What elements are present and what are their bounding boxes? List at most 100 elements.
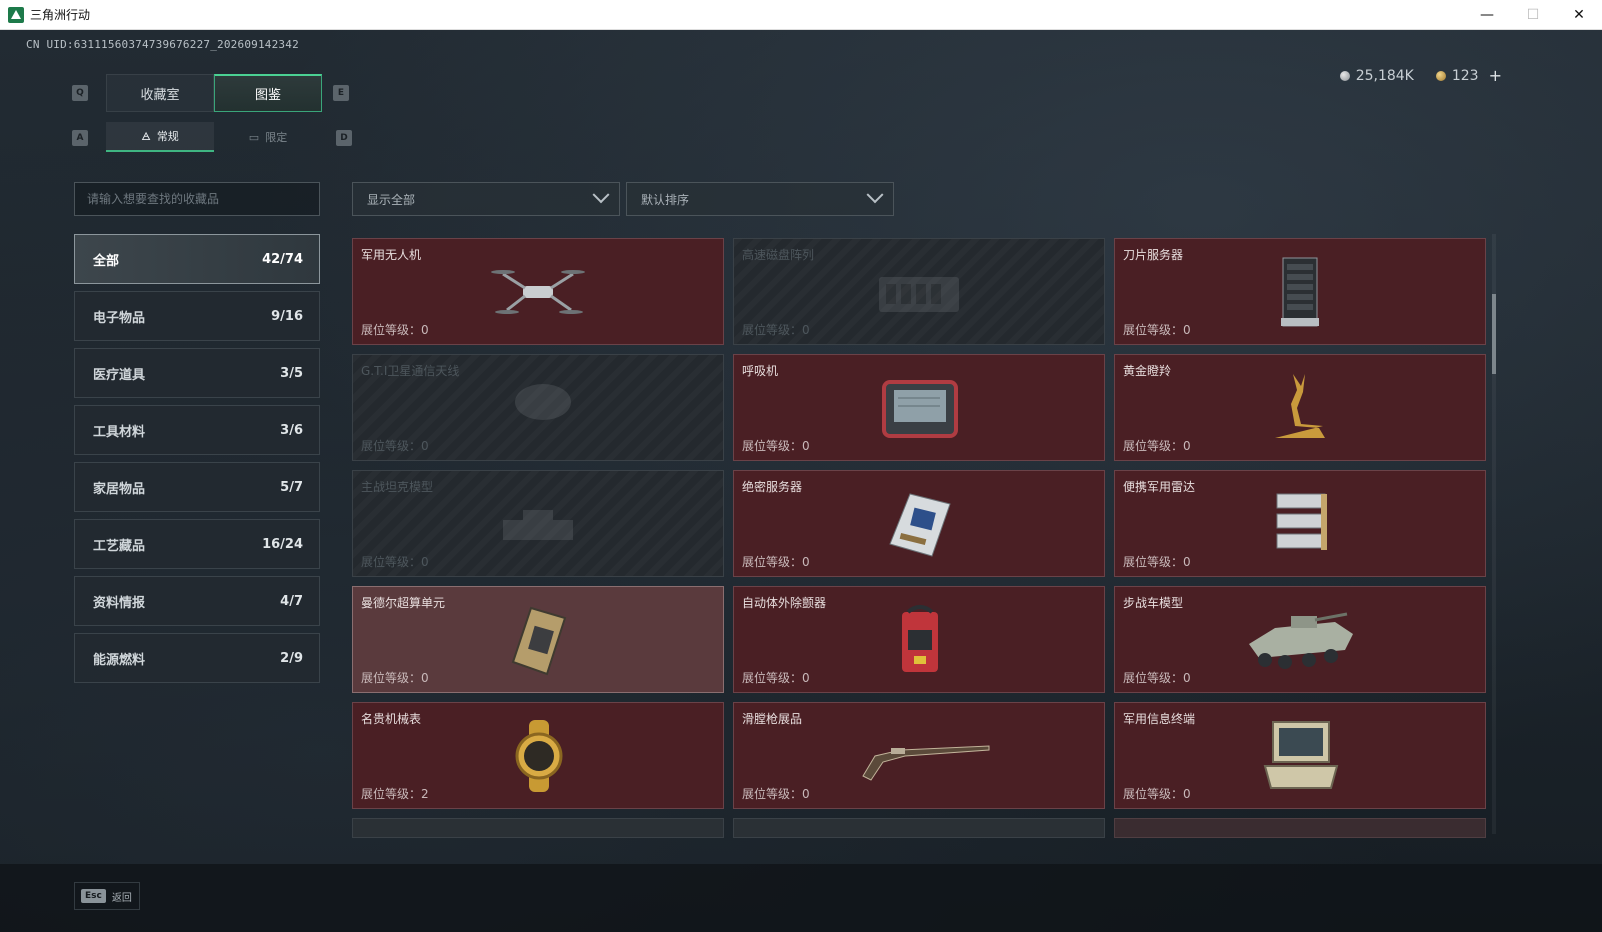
item-name: 黄金瞪羚 (1123, 364, 1172, 378)
partial-item-card[interactable] (733, 818, 1105, 838)
bottom-bar: Esc 返回 (0, 864, 1602, 932)
item-name: 名贵机械表 (361, 712, 422, 726)
item-level: 展位等级：0 (1123, 323, 1191, 337)
item-card-portable-radar[interactable]: 便携军用雷达 展位等级：0 (1114, 470, 1486, 577)
category-count: 3/6 (280, 422, 303, 438)
add-currency-button[interactable]: + (1489, 66, 1502, 85)
item-card-golden-gazelle[interactable]: 黄金瞪羚 展位等级：0 (1114, 354, 1486, 461)
category-all[interactable]: 全部 42/74 (74, 234, 320, 284)
silver-coin-icon (1339, 70, 1350, 81)
item-card-disk-array[interactable]: 高速磁盘阵列 展位等级：0 (733, 238, 1105, 345)
category-name: 电子物品 (93, 310, 146, 326)
item-card-aed[interactable]: 自动体外除颤器 展位等级：0 (733, 586, 1105, 693)
category-intel[interactable]: 资料情报 4/7 (74, 576, 320, 626)
item-card-military-terminal[interactable]: 军用信息终端 展位等级：0 (1114, 702, 1486, 809)
tab-collection-room[interactable]: 收藏室 (106, 74, 214, 112)
ifv-icon (1249, 612, 1353, 669)
category-medical[interactable]: 医疗道具 3/5 (74, 348, 320, 398)
partial-item-card[interactable] (352, 818, 724, 838)
back-button[interactable]: Esc 返回 (74, 882, 140, 910)
item-level: 展位等级：0 (361, 555, 429, 569)
gold-currency: 123 + (1435, 66, 1502, 85)
item-level: 展位等级：0 (1123, 439, 1191, 453)
item-name: 便携军用雷达 (1123, 480, 1196, 494)
tab-limited-label: 限定 (265, 131, 288, 144)
tab-limited[interactable]: ▭ 限定 (214, 122, 322, 152)
sub-tabs: 🜁 常规 ▭ 限定 (106, 122, 322, 152)
minimize-button[interactable]: — (1464, 0, 1510, 30)
item-name: 呼吸机 (742, 364, 779, 378)
item-name: 刀片服务器 (1123, 248, 1184, 262)
close-button[interactable]: ✕ (1556, 0, 1602, 30)
item-name: 曼德尔超算单元 (361, 596, 446, 610)
gazelle-statue-icon (1275, 373, 1325, 438)
item-name: 滑膛枪展品 (742, 712, 803, 726)
tab-catalog[interactable]: 图鉴 (214, 74, 322, 112)
item-name: G.T.I卫星通信天线 (361, 364, 460, 378)
item-name: 高速磁盘阵列 (742, 248, 815, 262)
server-icon (1281, 257, 1319, 326)
item-level: 展位等级：2 (361, 787, 429, 801)
item-level: 展位等级：0 (1123, 555, 1191, 569)
item-level: 展位等级：0 (742, 671, 810, 685)
antenna-icon (515, 383, 571, 420)
key-hint-q: Q (72, 85, 88, 101)
partial-item-card[interactable] (1114, 818, 1486, 838)
item-card-blade-server[interactable]: 刀片服务器 展位等级：0 (1114, 238, 1486, 345)
category-name: 医疗道具 (93, 367, 146, 383)
partial-next-row (352, 818, 1492, 838)
ventilator-icon (882, 379, 958, 438)
category-count: 3/5 (280, 365, 303, 381)
category-count: 16/24 (262, 536, 303, 552)
item-name: 步战车模型 (1123, 596, 1184, 610)
item-level: 展位等级：0 (1123, 787, 1191, 801)
item-name: 自动体外除颤器 (742, 596, 827, 610)
server-board-icon (889, 492, 951, 557)
item-level: 展位等级：0 (361, 439, 429, 453)
category-crafts[interactable]: 工艺藏品 16/24 (74, 519, 320, 569)
category-electronics[interactable]: 电子物品 9/16 (74, 291, 320, 341)
category-name: 全部 (93, 253, 120, 269)
currency-bar: 25,184K 123 + (1339, 66, 1502, 85)
radar-icon (1276, 493, 1327, 550)
item-grid-viewport: 军用无人机 展位等级：0 高速磁盘阵列 展位等级：0 刀片服务器 展位等级：0 … (352, 238, 1492, 860)
filter-dropdown[interactable]: 显示全部 (352, 182, 620, 216)
category-name: 工艺藏品 (93, 538, 146, 554)
category-name: 资料情报 (93, 595, 146, 611)
item-card-secret-server[interactable]: 绝密服务器 展位等级：0 (733, 470, 1105, 577)
item-card-drone[interactable]: 军用无人机 展位等级：0 (352, 238, 724, 345)
item-card-ventilator[interactable]: 呼吸机 展位等级：0 (733, 354, 1105, 461)
category-count: 5/7 (280, 479, 303, 495)
tab-regular[interactable]: 🜁 常规 (106, 122, 214, 152)
musket-icon (862, 744, 990, 781)
category-tools[interactable]: 工具材料 3/6 (74, 405, 320, 455)
defibrillator-icon (902, 604, 938, 672)
item-card-tank-model[interactable]: 主战坦克模型 展位等级：0 (352, 470, 724, 577)
search-input[interactable] (74, 182, 320, 216)
scrollbar-thumb[interactable] (1492, 294, 1496, 374)
key-hint-d: D (336, 130, 352, 146)
key-hint-e: E (333, 85, 349, 101)
category-count: 2/9 (280, 650, 303, 666)
game-view: CN UID:6311156037473967622​7_20260914234… (0, 30, 1602, 932)
category-name: 能源燃料 (93, 652, 146, 668)
sort-dropdown[interactable]: 默认排序 (626, 182, 894, 216)
item-level: 展位等级：0 (742, 323, 810, 337)
chevron-down-icon (592, 186, 610, 204)
item-card-satellite-antenna[interactable]: G.T.I卫星通信天线 展位等级：0 (352, 354, 724, 461)
item-card-luxury-watch[interactable]: 名贵机械表 展位等级：2 (352, 702, 724, 809)
category-household[interactable]: 家居物品 5/7 (74, 462, 320, 512)
item-name: 军用无人机 (361, 248, 422, 262)
grid-scrollbar[interactable] (1492, 234, 1496, 834)
drone-icon (491, 269, 585, 314)
window-title: 三角洲行动 (30, 8, 91, 22)
item-card-ifv-model[interactable]: 步战车模型 展位等级：0 (1114, 586, 1486, 693)
maximize-button[interactable]: ☐ (1510, 0, 1556, 30)
item-card-smoothbore-musket[interactable]: 滑膛枪展品 展位等级：0 (733, 702, 1105, 809)
category-energy[interactable]: 能源燃料 2/9 (74, 633, 320, 683)
sort-dropdown-value: 默认排序 (641, 192, 690, 207)
limited-icon: ▭ (248, 130, 260, 144)
item-card-mandel-supercomputer[interactable]: 曼德尔超算单元 展位等级：0 (352, 586, 724, 693)
window-controls: — ☐ ✕ (1464, 0, 1602, 30)
item-level: 展位等级：0 (742, 555, 810, 569)
